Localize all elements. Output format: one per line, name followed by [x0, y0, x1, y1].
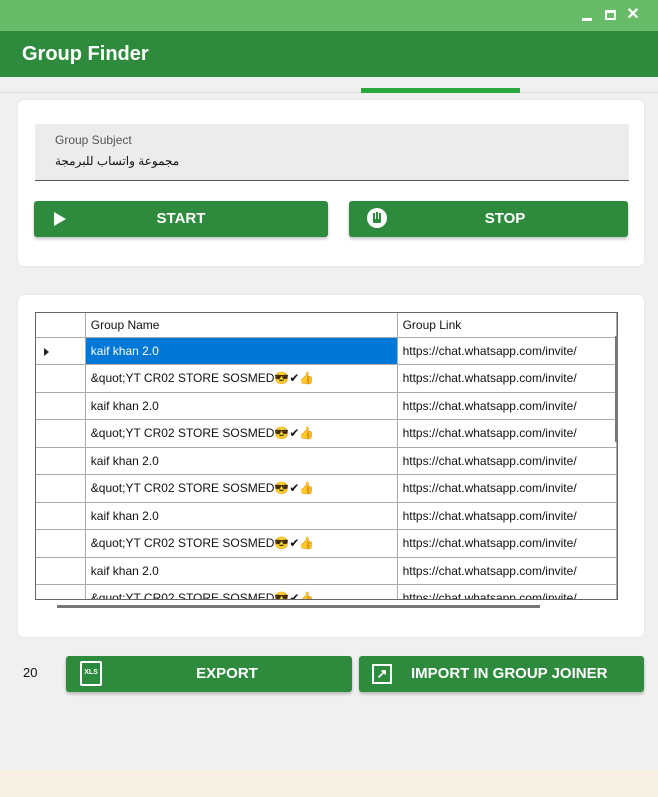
group-name-cell[interactable]: &quot;YT CR02 STORE SOSMED😎✔👍: [85, 584, 398, 599]
group-name-cell[interactable]: kaif khan 2.0: [85, 502, 398, 530]
maximize-button[interactable]: [599, 4, 621, 26]
group-name-cell[interactable]: &quot;YT CR02 STORE SOSMED😎✔👍: [85, 474, 398, 503]
group-name-cell[interactable]: &quot;YT CR02 STORE SOSMED😎✔👍: [85, 529, 398, 558]
group-link-cell[interactable]: https://chat.whatsapp.com/invite/: [397, 392, 617, 420]
table-row[interactable]: &quot;YT CR02 STORE SOSMED😎✔👍 https://ch…: [36, 419, 617, 448]
group-subject-field[interactable]: Group Subject مجموعة واتساب للبرمجة: [35, 124, 629, 181]
close-button[interactable]: ✕: [622, 4, 644, 26]
results-table: Group Name Group Link kaif khan 2.0 http…: [36, 313, 617, 599]
table-row[interactable]: &quot;YT CR02 STORE SOSMED😎✔👍 https://ch…: [36, 584, 617, 599]
row-header[interactable]: [36, 364, 86, 393]
minimize-button[interactable]: [576, 4, 598, 26]
start-button[interactable]: START: [34, 201, 328, 237]
table-row[interactable]: kaif khan 2.0 https://chat.whatsapp.com/…: [36, 557, 617, 585]
group-link-cell[interactable]: https://chat.whatsapp.com/invite/: [397, 447, 617, 475]
row-header-corner: [36, 313, 86, 338]
table-row[interactable]: kaif khan 2.0 https://chat.whatsapp.com/…: [36, 502, 617, 530]
row-header[interactable]: [36, 419, 86, 448]
group-name-cell[interactable]: kaif khan 2.0: [85, 557, 398, 585]
group-link-cell[interactable]: https://chat.whatsapp.com/invite/: [397, 337, 617, 365]
stop-button[interactable]: STOP: [349, 201, 628, 237]
export-button-label: EXPORT: [196, 665, 258, 682]
maximize-icon: [604, 10, 616, 20]
group-finder-window: ✕ Group Finder Group Subject مجموعة واتس…: [0, 0, 658, 797]
start-button-label: START: [156, 210, 206, 227]
row-header[interactable]: [36, 392, 86, 420]
group-name-cell[interactable]: kaif khan 2.0: [85, 337, 398, 365]
group-link-cell[interactable]: https://chat.whatsapp.com/invite/: [397, 474, 617, 503]
group-name-cell[interactable]: &quot;YT CR02 STORE SOSMED😎✔👍: [85, 419, 398, 448]
table-row[interactable]: &quot;YT CR02 STORE SOSMED😎✔👍 https://ch…: [36, 474, 617, 503]
header-divider: [0, 77, 658, 93]
page-title: Group Finder: [22, 43, 149, 65]
row-header[interactable]: [36, 337, 86, 365]
export-button[interactable]: XLS EXPORT: [66, 656, 352, 692]
minimize-icon: [582, 18, 592, 21]
group-name-cell[interactable]: kaif khan 2.0: [85, 392, 398, 420]
external-link-icon: ↗: [372, 664, 392, 684]
vertical-scrollbar[interactable]: [615, 336, 618, 442]
table-header-row: Group Name Group Link: [36, 313, 617, 338]
table-row[interactable]: &quot;YT CR02 STORE SOSMED😎✔👍 https://ch…: [36, 364, 617, 393]
import-button-label: IMPORT IN GROUP JOINER: [411, 665, 608, 682]
result-count: 20: [23, 665, 38, 680]
group-link-cell[interactable]: https://chat.whatsapp.com/invite/: [397, 529, 617, 558]
group-name-cell[interactable]: &quot;YT CR02 STORE SOSMED😎✔👍: [85, 364, 398, 393]
group-link-cell[interactable]: https://chat.whatsapp.com/invite/: [397, 364, 617, 393]
row-header[interactable]: [36, 529, 86, 558]
row-header[interactable]: [36, 557, 86, 585]
window-footer: [0, 770, 658, 797]
group-link-cell[interactable]: https://chat.whatsapp.com/invite/: [397, 502, 617, 530]
group-link-cell[interactable]: https://chat.whatsapp.com/invite/: [397, 584, 617, 599]
row-header[interactable]: [36, 502, 86, 530]
progress-indicator: [361, 88, 520, 93]
group-subject-input[interactable]: مجموعة واتساب للبرمجة: [55, 154, 179, 168]
app-header: Group Finder: [0, 31, 658, 77]
column-header-group-name[interactable]: Group Name: [85, 313, 398, 338]
stop-button-label: STOP: [484, 210, 526, 227]
column-header-group-link[interactable]: Group Link: [397, 313, 617, 338]
table-row[interactable]: &quot;YT CR02 STORE SOSMED😎✔👍 https://ch…: [36, 529, 617, 558]
row-header[interactable]: [36, 584, 86, 599]
import-in-group-joiner-button[interactable]: ↗ IMPORT IN GROUP JOINER: [359, 656, 644, 692]
current-row-icon: [44, 347, 49, 356]
horizontal-scrollbar[interactable]: [57, 605, 540, 608]
row-header[interactable]: [36, 447, 86, 475]
results-grid[interactable]: Group Name Group Link kaif khan 2.0 http…: [35, 312, 618, 600]
row-header[interactable]: [36, 474, 86, 503]
title-bar[interactable]: ✕: [0, 0, 658, 31]
table-row[interactable]: kaif khan 2.0 https://chat.whatsapp.com/…: [36, 392, 617, 420]
table-row[interactable]: kaif khan 2.0 https://chat.whatsapp.com/…: [36, 337, 617, 365]
group-link-cell[interactable]: https://chat.whatsapp.com/invite/: [397, 557, 617, 585]
group-name-cell[interactable]: kaif khan 2.0: [85, 447, 398, 475]
group-subject-label: Group Subject: [55, 133, 132, 147]
table-row[interactable]: kaif khan 2.0 https://chat.whatsapp.com/…: [36, 447, 617, 475]
group-link-cell[interactable]: https://chat.whatsapp.com/invite/: [397, 419, 617, 448]
